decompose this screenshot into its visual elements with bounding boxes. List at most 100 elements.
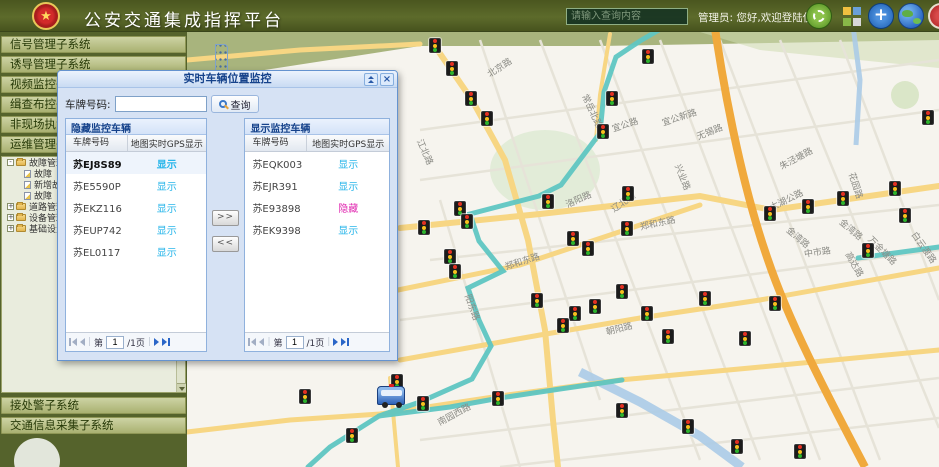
traffic-signal-icon[interactable] xyxy=(346,428,358,443)
traffic-signal-icon[interactable] xyxy=(699,291,711,306)
pagination-last-button[interactable] xyxy=(162,338,170,346)
pagination-first-button[interactable] xyxy=(248,338,256,346)
header-search-input[interactable] xyxy=(566,8,688,25)
gps-toggle-link[interactable]: 显示 xyxy=(128,222,206,237)
traffic-signal-icon[interactable] xyxy=(621,221,633,236)
query-button[interactable]: 查询 xyxy=(211,95,259,113)
police-vehicle-icon[interactable] xyxy=(377,386,405,405)
top-header: ★ 公安交通集成指挥平台 管理员: 您好,欢迎登陆使用 + xyxy=(0,0,939,32)
dialog-titlebar[interactable]: 实时车辆位置监控 × xyxy=(58,71,397,88)
table-row[interactable]: 苏EJR391显示 xyxy=(245,174,389,196)
traffic-signal-icon[interactable] xyxy=(567,231,579,246)
traffic-signal-icon[interactable] xyxy=(481,111,493,126)
traffic-signal-icon[interactable] xyxy=(569,306,581,321)
traffic-signal-icon[interactable] xyxy=(616,284,628,299)
traffic-signal-icon[interactable] xyxy=(731,439,743,454)
gps-toggle-link[interactable]: 显示 xyxy=(307,222,389,237)
tree-toggle-icon[interactable]: + xyxy=(7,203,14,210)
scroll-down-icon[interactable] xyxy=(177,383,186,392)
table-row[interactable]: 苏E5590P显示 xyxy=(66,174,206,196)
table-row[interactable]: 苏EKZ116显示 xyxy=(66,196,206,218)
logout-icon[interactable] xyxy=(928,3,939,29)
traffic-signal-icon[interactable] xyxy=(582,241,594,256)
traffic-signal-icon[interactable] xyxy=(557,318,569,333)
traffic-signal-icon[interactable] xyxy=(837,191,849,206)
traffic-signal-icon[interactable] xyxy=(662,329,674,344)
page-number-input[interactable] xyxy=(286,336,304,349)
traffic-signal-icon[interactable] xyxy=(606,91,618,106)
traffic-signal-icon[interactable] xyxy=(418,220,430,235)
collapse-icon[interactable] xyxy=(364,73,378,86)
refresh-icon[interactable] xyxy=(806,3,832,29)
table-row[interactable]: 苏E93898隐藏 xyxy=(245,196,389,218)
traffic-signal-icon[interactable] xyxy=(465,91,477,106)
vehicle-monitor-dialog: 实时车辆位置监控 × 车牌号码: 查询 隐藏监控车辆 车牌号码 地图实时GPS显… xyxy=(57,70,398,361)
table-row[interactable]: 苏EL0117显示 xyxy=(66,240,206,262)
tree-toggle-icon[interactable]: + xyxy=(7,214,14,221)
pagination-next-button[interactable] xyxy=(333,338,338,346)
sidebar-item-bottom-0[interactable]: 接处警子系统 xyxy=(1,397,186,414)
traffic-signal-icon[interactable] xyxy=(417,396,429,411)
table-row[interactable]: 苏EK9398显示 xyxy=(245,218,389,240)
globe-icon[interactable] xyxy=(898,3,924,29)
plate-number: 苏EQK003 xyxy=(245,156,307,171)
traffic-signal-icon[interactable] xyxy=(616,403,628,418)
traffic-signal-icon[interactable] xyxy=(597,124,609,139)
traffic-signal-icon[interactable] xyxy=(922,110,934,125)
traffic-signal-icon[interactable] xyxy=(899,208,911,223)
grid-icon[interactable] xyxy=(843,7,862,26)
gps-toggle-link[interactable]: 隐藏 xyxy=(307,200,389,215)
document-icon xyxy=(24,170,31,178)
move-right-button[interactable]: >> xyxy=(212,210,239,226)
traffic-signal-icon[interactable] xyxy=(449,264,461,279)
traffic-signal-icon[interactable] xyxy=(531,293,543,308)
tree-toggle-icon[interactable]: - xyxy=(7,159,14,166)
page-number-input[interactable] xyxy=(106,336,124,349)
traffic-signal-icon[interactable] xyxy=(802,199,814,214)
traffic-signal-icon[interactable] xyxy=(769,296,781,311)
dialog-title: 实时车辆位置监控 xyxy=(184,72,272,85)
traffic-signal-icon[interactable] xyxy=(641,306,653,321)
folder-icon xyxy=(16,225,26,232)
pagination-prev-button[interactable] xyxy=(259,338,264,346)
plus-icon[interactable]: + xyxy=(868,3,894,29)
table-row[interactable]: 苏EJ8S89显示 xyxy=(66,152,206,174)
traffic-signal-icon[interactable] xyxy=(461,214,473,229)
gps-toggle-link[interactable]: 显示 xyxy=(128,156,206,171)
traffic-signal-icon[interactable] xyxy=(429,38,441,53)
table-row[interactable]: 苏EQK003显示 xyxy=(245,152,389,174)
traffic-signal-icon[interactable] xyxy=(739,331,751,346)
app-window: 北京路常岳北路宜公路宜公新路无锡路兴业路江北路洛阳路辽北路郑和东路郑和东路阳东路… xyxy=(0,0,939,467)
traffic-signal-icon[interactable] xyxy=(299,389,311,404)
gps-toggle-link[interactable]: 显示 xyxy=(307,178,389,193)
pagination-first-button[interactable] xyxy=(69,338,77,346)
traffic-signal-icon[interactable] xyxy=(492,391,504,406)
gps-toggle-link[interactable]: 显示 xyxy=(128,200,206,215)
traffic-signal-icon[interactable] xyxy=(764,206,776,221)
folder-icon xyxy=(16,203,26,210)
traffic-signal-icon[interactable] xyxy=(444,249,456,264)
tree-toggle-icon[interactable]: + xyxy=(7,225,14,232)
gps-toggle-link[interactable]: 显示 xyxy=(128,244,206,259)
close-icon[interactable]: × xyxy=(380,73,394,86)
plate-number-input[interactable] xyxy=(115,96,207,112)
traffic-signal-icon[interactable] xyxy=(589,299,601,314)
sidebar-item-bottom-1[interactable]: 交通信息采集子系统 xyxy=(1,417,186,434)
traffic-signal-icon[interactable] xyxy=(446,61,458,76)
sidebar-item-0[interactable]: 信号管理子系统 xyxy=(1,36,186,53)
traffic-signal-icon[interactable] xyxy=(542,194,554,209)
traffic-signal-icon[interactable] xyxy=(682,419,694,434)
watermark-circle xyxy=(14,438,60,467)
gps-toggle-link[interactable]: 显示 xyxy=(128,178,206,193)
pagination-last-button[interactable] xyxy=(341,338,349,346)
traffic-signal-icon[interactable] xyxy=(642,49,654,64)
gps-toggle-link[interactable]: 显示 xyxy=(307,156,389,171)
traffic-signal-icon[interactable] xyxy=(862,243,874,258)
pagination-prev-button[interactable] xyxy=(80,338,85,346)
move-left-button[interactable]: << xyxy=(212,236,239,252)
table-row[interactable]: 苏EUP742显示 xyxy=(66,218,206,240)
traffic-signal-icon[interactable] xyxy=(622,186,634,201)
traffic-signal-icon[interactable] xyxy=(889,181,901,196)
pagination-next-button[interactable] xyxy=(154,338,159,346)
traffic-signal-icon[interactable] xyxy=(794,444,806,459)
